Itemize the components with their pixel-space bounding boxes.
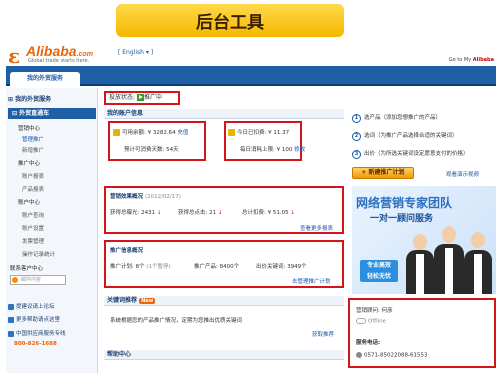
sidebar-contact-label: 联系客户中心	[10, 266, 44, 272]
alibaba-logo[interactable]: Alibaba.com	[26, 43, 93, 59]
sidebar-section-p4p[interactable]: ⊟ 外贸直通车	[8, 108, 96, 119]
sidebar-group-marketing: 营销中心	[18, 126, 41, 132]
step-3[interactable]: 3 出价（为所选关键词设定愿意支付的价格）	[352, 149, 469, 159]
sidebar-section-my-services[interactable]: ⊞ 我的外贸服务	[8, 94, 51, 103]
sidebar-item-manage[interactable]: 管理推广	[22, 135, 44, 143]
person-1-image	[406, 234, 434, 294]
consultant-row: 营销顾问: 何彦	[356, 308, 393, 314]
wangwang-offline-icon	[356, 318, 366, 324]
sidebar: ⊞ 我的外贸服务 ⊟ 外贸直通车 营销中心 管理推广 新增推广 推广中心 账户报…	[6, 88, 98, 373]
plan-stat: 推广计划: 8个 (1个暂停)	[110, 264, 171, 270]
promo-title: 推广信息概况	[110, 248, 144, 254]
sidebar-link-hotline[interactable]: 中国供应商服务专线	[8, 329, 66, 337]
more-reports-link[interactable]: 查看更多报表	[300, 224, 333, 232]
play-icon	[137, 94, 145, 101]
wangwang-input[interactable]: 邮件内容	[10, 275, 66, 285]
wangwang-icon	[12, 277, 18, 283]
manage-plan-link[interactable]: 去管理推广计划	[292, 277, 331, 285]
step-2[interactable]: 2 选词（为推广产品选择合适的关键词）	[352, 131, 458, 141]
marketing-title: 营销效果概况 (2012/02/17)	[110, 194, 181, 200]
phone-row: 0571-85022088-61553	[356, 352, 427, 359]
goto-my-alibaba-link[interactable]: Go to My Alibaba	[449, 57, 494, 63]
sidebar-item-account-report[interactable]: 账户报表	[22, 172, 44, 180]
keyword-text: 系统根据您的产品推广情况，定期为您推出优质关键词	[110, 318, 243, 324]
keyword-section-title: 关键词推荐 New	[104, 296, 344, 306]
account-section-title: 我的账户信息	[104, 109, 344, 119]
phone-label: 服务电话:	[356, 340, 381, 346]
sidebar-link-help[interactable]: 更多帮助请点这里	[8, 315, 60, 323]
phone-icon	[8, 330, 14, 337]
ad-subtitle: 一对一顾问服务	[370, 214, 434, 224]
step-1[interactable]: 1 选产品（添加您想推广的产品）	[352, 113, 441, 123]
coin-icon	[113, 129, 120, 136]
alibaba-logo-icon: ε	[8, 44, 21, 68]
coin-icon	[228, 129, 235, 136]
hotline-number: 800-826-1688	[14, 341, 57, 347]
sidebar-group-account: 账户中心	[18, 200, 41, 206]
header: ε Alibaba.com Global trade starts here. …	[6, 42, 496, 68]
sidebar-group-promo: 推广中心	[18, 161, 41, 167]
sidebar-item-new[interactable]: 新增推广	[22, 146, 44, 154]
exposure-stat: 获得总曝光: 2431 ↓	[110, 210, 162, 216]
keywords-stat: 出价关键词: 3949个	[256, 264, 307, 270]
recharge-link[interactable]: 充值	[177, 130, 188, 136]
sidebar-item-product-report[interactable]: 产品报表	[22, 185, 44, 193]
online-status[interactable]: Offline	[356, 318, 386, 325]
person-3-image	[464, 232, 492, 294]
slogan: Global trade starts here.	[28, 58, 90, 64]
spend-stat: 总计扣费: ¥ 51.05 ↓	[242, 210, 295, 216]
consulting-ad-banner[interactable]: 网络营销专家团队 一对一顾问服务 专业高效 轻松无忧	[352, 186, 496, 294]
limit-row: 每日消耗上限: ¥ 100 修改	[240, 147, 306, 153]
status-box: 投放状态: 推广中	[104, 91, 180, 105]
demo-video-link[interactable]: 观看演示视频	[446, 170, 479, 178]
status-label: 投放状态:	[109, 94, 136, 101]
help-section-title: 帮助中心	[104, 350, 344, 360]
sidebar-link-forum[interactable]: 提建议请上论坛	[8, 302, 55, 310]
days-text: 预计可消费天数: 54天	[124, 147, 179, 153]
language-select[interactable]: [ English ▾ ]	[118, 49, 153, 56]
help-icon	[8, 316, 14, 323]
clicks-stat: 获得总点击: 21 ↓	[178, 210, 223, 216]
modify-link[interactable]: 修改	[294, 147, 305, 153]
ad-title: 网络营销专家团队	[356, 196, 453, 210]
products-stat: 推广产品: 8400个	[194, 264, 240, 270]
get-recommend-link[interactable]: 获取推荐	[312, 330, 334, 338]
sidebar-item-records[interactable]: 操作记录统计	[22, 250, 55, 258]
sidebar-item-account-query[interactable]: 账户查询	[22, 211, 44, 219]
sidebar-item-account-settings[interactable]: 账户设置	[22, 224, 44, 232]
tab-my-trade-services[interactable]: 我的外贸服务	[10, 72, 80, 86]
ad-badge: 专业高效 轻松无忧	[360, 260, 398, 282]
new-badge: New	[139, 298, 156, 304]
banner-title: 后台工具	[116, 4, 344, 37]
forum-icon	[8, 303, 14, 310]
person-2-image	[434, 226, 464, 294]
balance-box	[108, 121, 206, 161]
main-tabbar: 我的外贸服务	[6, 66, 496, 86]
today-row: 今日已扣费: ¥ 11.37	[228, 128, 289, 136]
status-value: 推广中	[144, 94, 163, 101]
balance-row: 可用余额: ¥ 3282.64 充值	[113, 128, 188, 136]
new-plan-button[interactable]: + 新建推广计划	[352, 167, 414, 179]
sidebar-item-invoice[interactable]: 发票管理	[22, 237, 44, 245]
phone-icon	[356, 352, 362, 358]
spend-box	[224, 121, 302, 161]
